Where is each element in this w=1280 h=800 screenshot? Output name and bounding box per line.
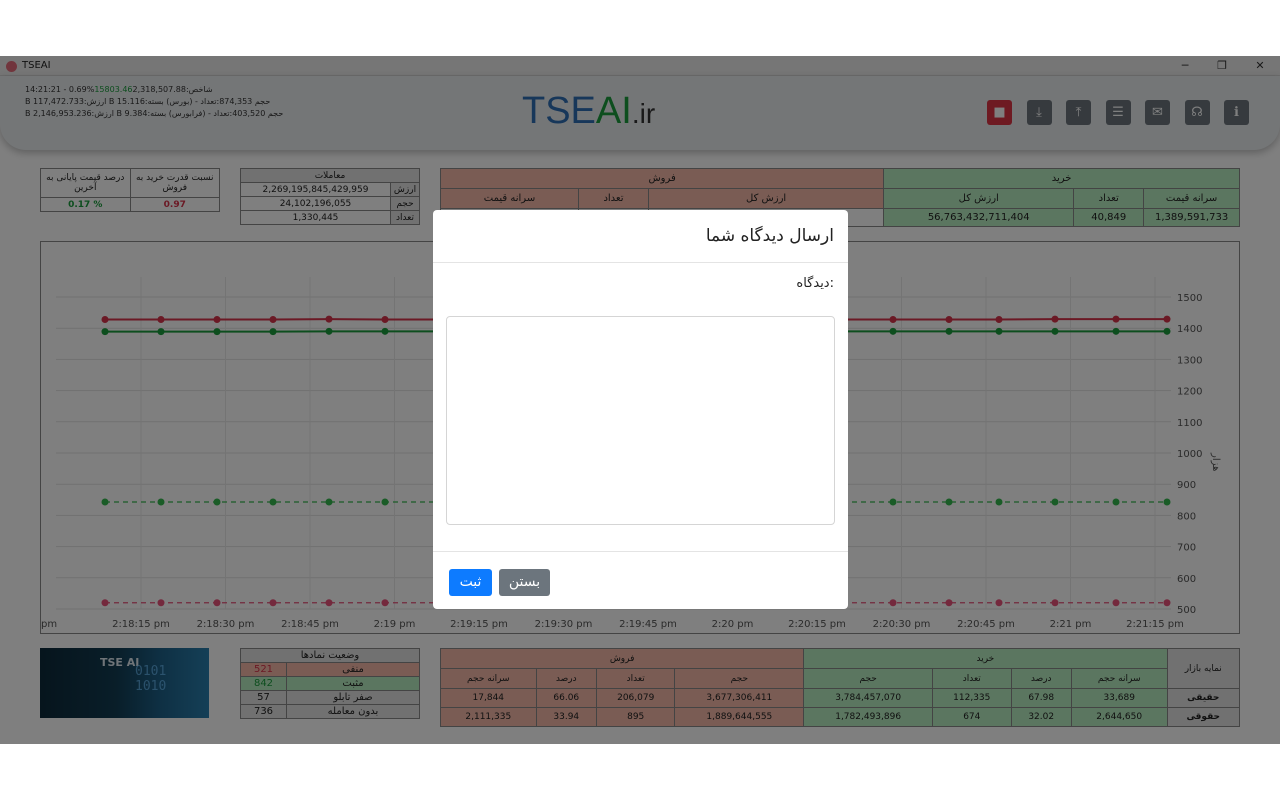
- feedback-label: دیدگاه:: [796, 276, 834, 291]
- feedback-textarea[interactable]: [446, 316, 835, 525]
- submit-button[interactable]: ثبت: [449, 569, 492, 596]
- modal-title: ارسال دیدگاه شما: [705, 226, 834, 246]
- feedback-modal: ارسال دیدگاه شما دیدگاه: ثبت بستن: [433, 210, 848, 609]
- modal-header-divider: [433, 262, 848, 263]
- modal-footer-divider: [433, 551, 848, 552]
- close-modal-button[interactable]: بستن: [499, 569, 550, 596]
- page: TSEAI ─ ❐ ✕ 14:21:21 - 0.69%15803.462,31…: [0, 0, 1280, 800]
